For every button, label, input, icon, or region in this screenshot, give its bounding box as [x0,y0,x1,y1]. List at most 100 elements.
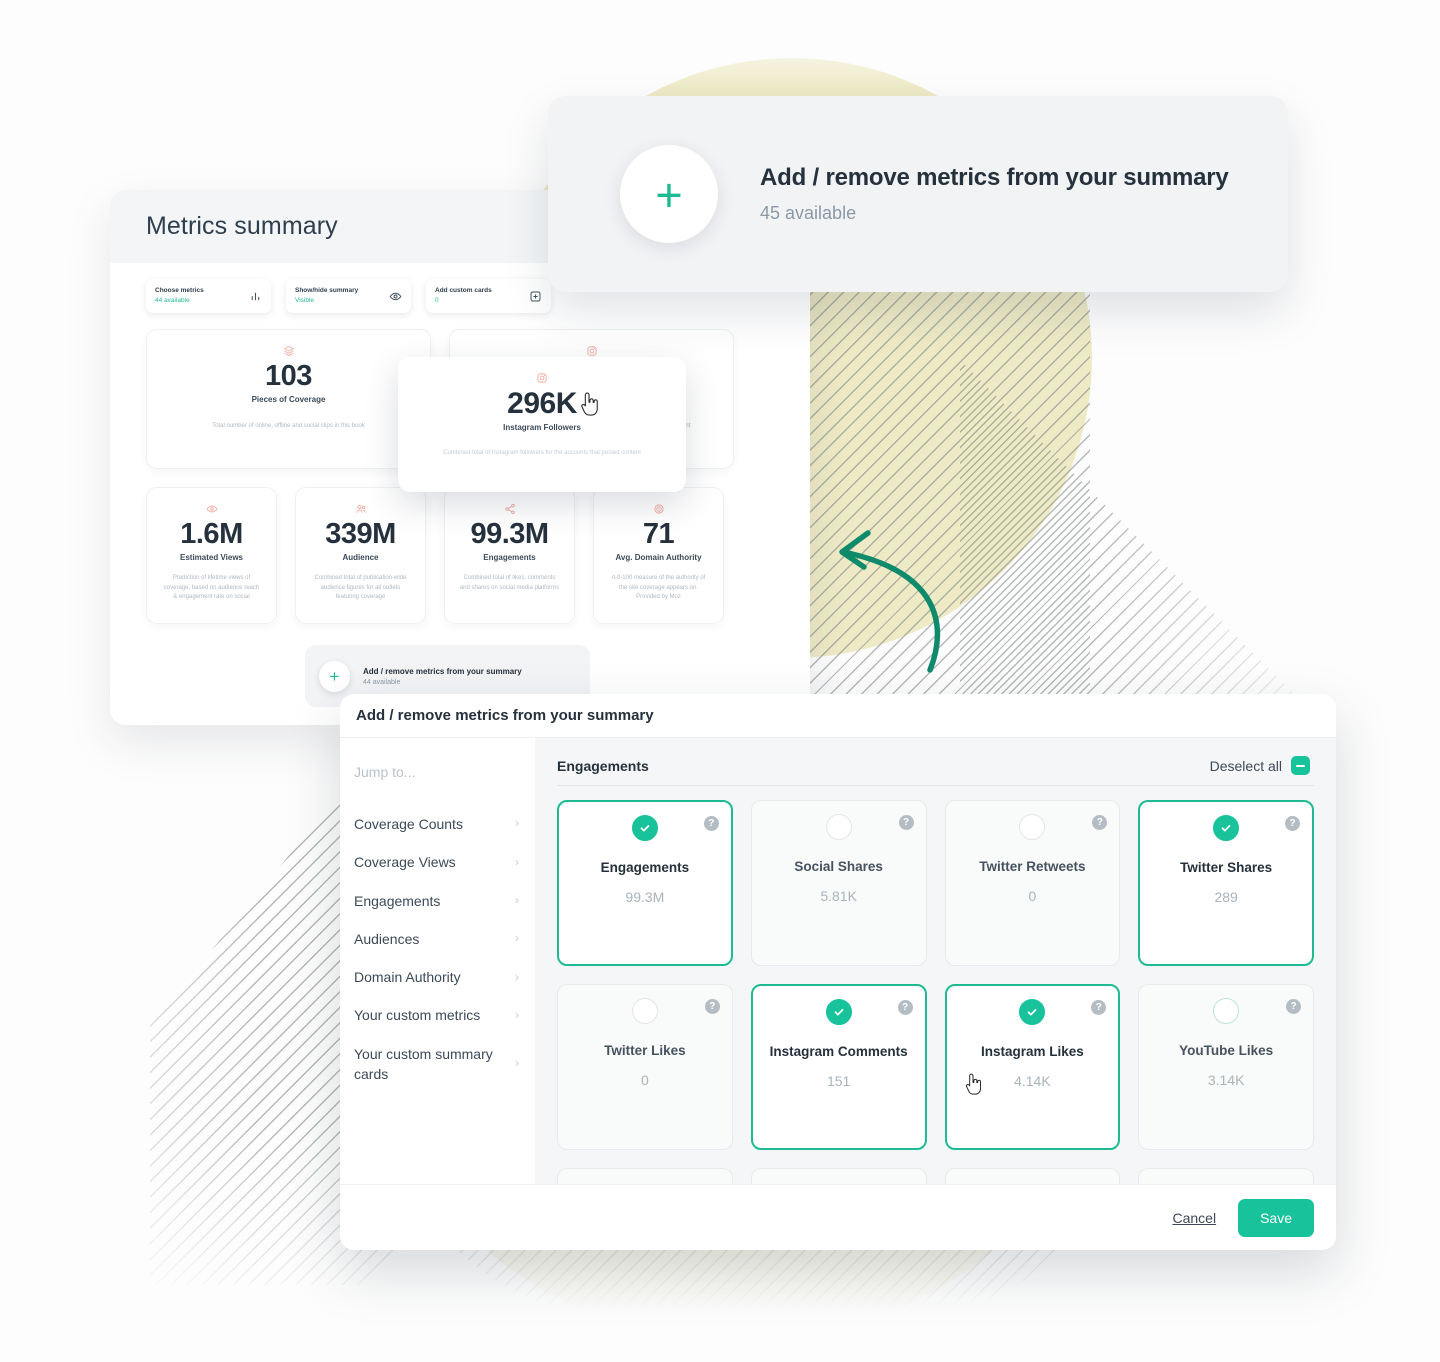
chevron-right-icon: › [515,931,519,946]
summary-card-value: 1.6M [180,518,243,550]
sidebar-item-label: Your custom metrics [354,1007,481,1024]
add-remove-metrics-modal: Add / remove metrics from your summary J… [340,694,1336,1250]
curved-arrow-annotation [820,515,960,675]
metric-card-twitter-likes[interactable]: ? Twitter Likes 0 [557,983,733,1150]
metric-card-twitter-retweets[interactable]: ? Twitter Retweets 0 [944,799,1121,966]
chevron-right-icon: › [515,854,519,869]
jump-to-label: Jump to... [354,764,416,780]
help-icon[interactable]: ? [1092,814,1108,830]
cancel-button[interactable]: Cancel [1172,1210,1216,1226]
sidebar-item-coverage-counts[interactable]: Coverage Counts › [354,805,519,843]
chevron-right-icon: › [515,816,519,831]
screenshot-root: Metrics summary Choose metrics 44 availa… [0,0,1440,1362]
deselect-all-label: Deselect all [1209,757,1282,774]
sidebar-item-your-custom-metrics[interactable]: Your custom metrics › [354,996,519,1034]
metric-card-placeholder[interactable] [944,1167,1121,1184]
metric-card-placeholder[interactable] [557,1167,733,1184]
eye-icon [389,290,402,303]
summary-card-description: Combined total of publication-wide audie… [314,574,407,601]
metric-card-name: Engagements [600,859,690,875]
summary-card-value: 339M [325,518,396,550]
help-icon[interactable]: ? [1286,998,1301,1014]
summary-card-label: Engagements [483,552,536,562]
add-strip-title: Add / remove metrics from your summary [363,666,522,676]
sidebar-item-coverage-views[interactable]: Coverage Views › [354,843,519,881]
metric-card-name: YouTube Likes [1179,1042,1274,1058]
modal-body: Jump to... Coverage Counts › Coverage Vi… [340,738,1336,1184]
checked-circle-icon[interactable] [1213,814,1240,841]
metric-card-placeholder[interactable] [1138,1167,1314,1184]
checked-circle-icon[interactable] [1019,998,1046,1025]
summary-card-label: Audience [342,552,379,562]
summary-cards-row-secondary: 1.6M Estimated Views Prediction of lifet… [110,469,810,624]
summary-card-description: Combined total of likes, comments and sh… [459,574,560,591]
background-stripes-b [960,360,1300,700]
help-icon[interactable]: ? [898,814,914,830]
plus-icon: + [319,660,350,692]
checked-circle-icon[interactable] [825,998,852,1025]
chevron-right-icon: › [515,969,519,984]
background-fade-top [0,0,1440,90]
hover-card-value: 296K [507,387,577,420]
metric-card-engagements[interactable]: ? Engagements 99.3M [557,799,733,966]
metric-card-value: 0 [1028,887,1037,904]
summary-card-estimated-views[interactable]: 1.6M Estimated Views Prediction of lifet… [146,487,277,624]
chip-choose-metrics[interactable]: Choose metrics 44 available [146,279,271,313]
bar-chart-icon [249,290,262,303]
summary-card-label: Pieces of Coverage [251,394,326,404]
metric-card-instagram-likes[interactable]: ? Instagram Likes 4.14K [944,983,1121,1150]
hover-card-label: Instagram Followers [503,422,581,432]
modal-header: Add / remove metrics from your summary [340,694,1336,738]
sidebar-item-label: Domain Authority [354,969,461,986]
metric-card-value: 151 [826,1072,851,1089]
unchecked-circle-icon[interactable] [1019,813,1046,840]
minus-checkbox-icon[interactable] [1291,756,1310,775]
unchecked-circle-icon[interactable] [1213,997,1240,1024]
background-fade-left [0,640,260,1362]
chip-add-custom-cards[interactable]: Add custom cards 0 [426,279,551,313]
help-icon[interactable]: ? [703,815,719,831]
metrics-grid-row-1: ? Engagements 99.3M ? Social Shares 5.81… [557,799,1314,966]
help-icon[interactable]: ? [1091,999,1107,1015]
add-remove-metrics-toast[interactable]: + Add / remove metrics from your summary… [548,96,1288,292]
checked-circle-icon[interactable] [631,814,658,841]
eye-icon [157,502,266,516]
instagram-icon [398,371,686,385]
modal-title: Add / remove metrics from your summary [356,707,654,724]
metric-card-placeholder[interactable] [750,1167,927,1184]
sidebar-item-your-custom-summary-cards[interactable]: Your custom summary cards › [354,1035,519,1094]
sidebar-item-label: Coverage Views [354,854,456,871]
help-icon[interactable]: ? [1285,815,1300,831]
people-icon [306,502,415,516]
metric-card-youtube-likes[interactable]: ? YouTube Likes 3.14K [1138,983,1314,1150]
metrics-grid-scroll[interactable]: ? Engagements 99.3M ? Social Shares 5.81… [535,786,1336,1184]
instagram-followers-hover-card[interactable]: 296K Instagram Followers Combined total … [398,357,686,492]
chip-value: 44 available [155,297,190,304]
page-title: Metrics summary [146,212,338,240]
sidebar-item-domain-authority[interactable]: Domain Authority › [354,958,519,996]
summary-card-label: Estimated Views [180,552,243,562]
unchecked-circle-icon[interactable] [825,813,852,840]
layers-icon [157,344,420,358]
summary-card-engagements[interactable]: 99.3M Engagements Combined total of like… [444,487,575,624]
metric-card-value: 3.14K [1207,1071,1245,1088]
summary-card-avg-domain-authority[interactable]: 71 Avg. Domain Authority A 0-100 measure… [593,487,724,624]
add-square-icon [529,290,542,303]
chip-show-hide-summary[interactable]: Show/hide summary Visible [286,279,411,313]
chevron-right-icon: › [515,1056,519,1071]
summary-card-pieces-of-coverage[interactable]: 103 Pieces of Coverage Total number of o… [146,329,431,469]
metric-card-instagram-comments[interactable]: ? Instagram Comments 151 [750,983,927,1150]
metric-card-social-shares[interactable]: ? Social Shares 5.81K [750,799,927,966]
summary-card-audience[interactable]: 339M Audience Combined total of publicat… [295,487,426,624]
chip-label: Choose metrics [155,287,204,295]
unchecked-circle-icon[interactable] [631,997,658,1024]
metric-card-twitter-shares[interactable]: ? Twitter Shares 289 [1138,799,1314,966]
sidebar-item-audiences[interactable]: Audiences › [354,920,519,958]
hover-card-description: Combined total of Instagram followers fo… [443,449,641,456]
deselect-all-control[interactable]: Deselect all [1210,756,1310,775]
help-icon[interactable]: ? [704,998,720,1014]
sidebar-item-label: Audiences [354,930,420,947]
help-icon[interactable]: ? [897,999,913,1015]
sidebar-item-engagements[interactable]: Engagements › [354,882,519,920]
save-button[interactable]: Save [1238,1198,1314,1237]
